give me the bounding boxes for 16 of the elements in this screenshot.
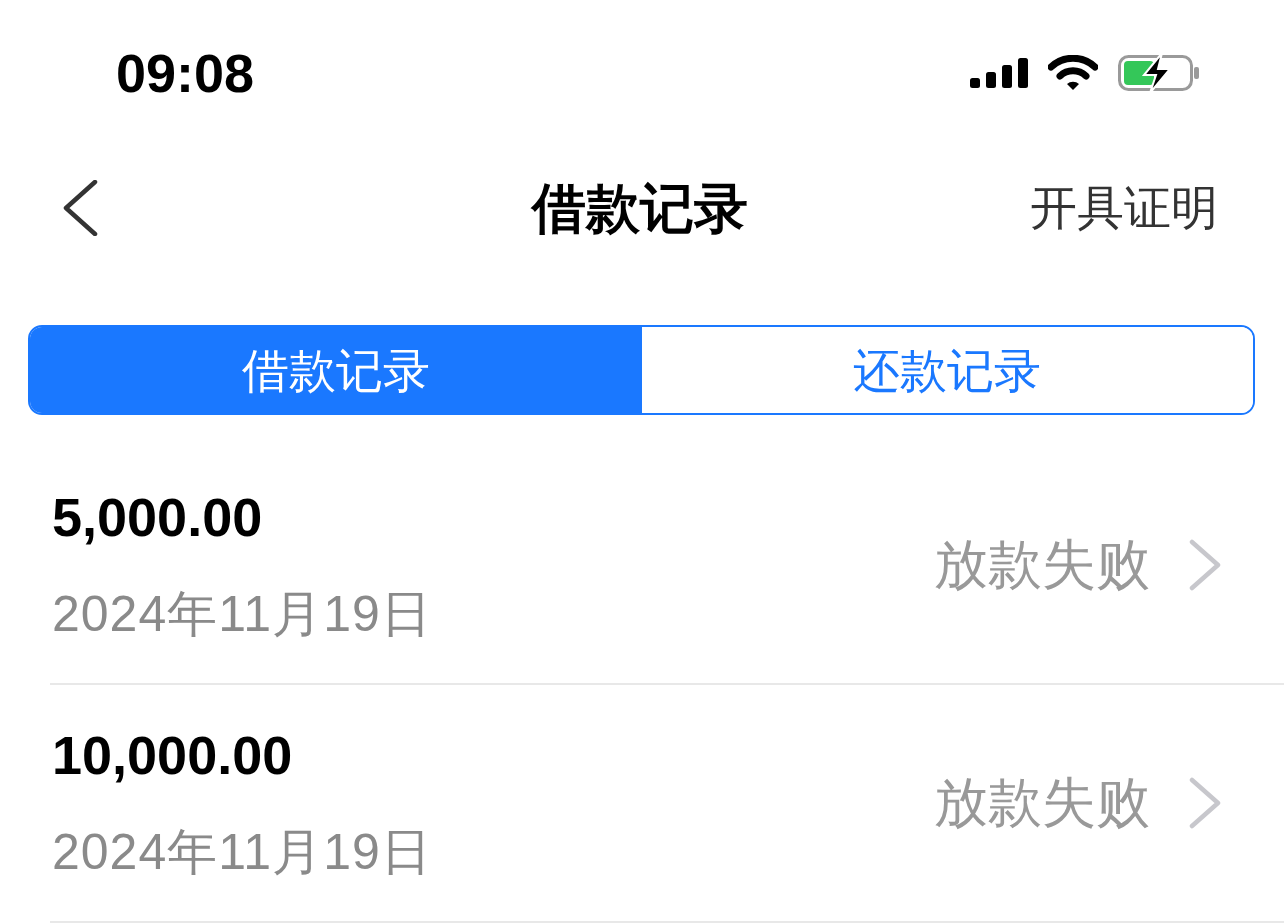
loan-date: 2024年11月19日 — [52, 825, 432, 881]
back-icon[interactable] — [62, 180, 98, 236]
loan-status: 放款失败 — [934, 535, 1150, 595]
issue-certificate-link[interactable]: 开具证明 — [1030, 179, 1218, 237]
page-title: 借款记录 — [532, 176, 748, 240]
wifi-icon — [1048, 55, 1098, 91]
battery-charging-icon — [1118, 53, 1200, 93]
loan-amount: 10,000.00 — [52, 725, 293, 786]
signal-icon — [970, 58, 1028, 88]
segment-tab[interactable]: 借款记录 — [30, 327, 642, 413]
chevron-right-icon[interactable] — [1188, 777, 1222, 829]
loan-status: 放款失败 — [934, 773, 1150, 833]
status-time: 09:08 — [116, 46, 255, 100]
loan-date: 2024年11月19日 — [52, 587, 432, 643]
chevron-right-icon[interactable] — [1188, 539, 1222, 591]
loan-amount: 5,000.00 — [52, 487, 263, 548]
